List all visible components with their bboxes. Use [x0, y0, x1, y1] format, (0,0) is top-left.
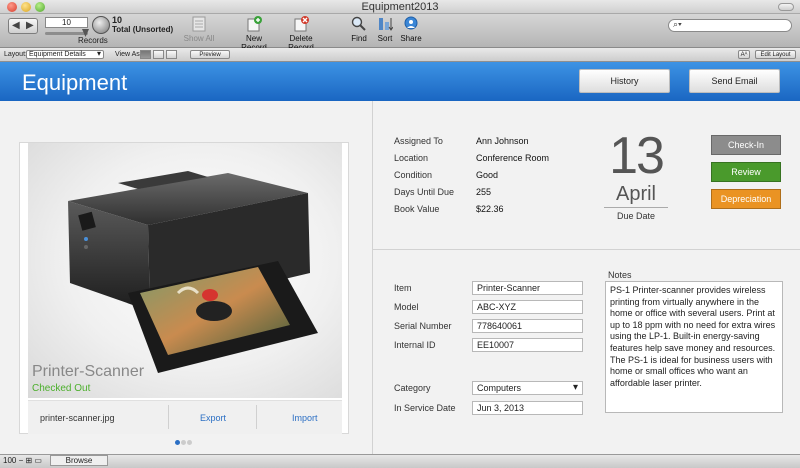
- model-label: Model: [394, 302, 419, 312]
- serial-number-field[interactable]: 778640061: [472, 319, 583, 333]
- next-record-icon[interactable]: ▶: [26, 20, 34, 31]
- zoom-value: 100: [3, 456, 17, 465]
- export-link[interactable]: Export: [200, 413, 226, 423]
- in-service-date-field[interactable]: Jun 3, 2013: [472, 401, 583, 415]
- find-label: Find: [351, 34, 367, 43]
- location-value: Conference Room: [476, 153, 550, 163]
- total-records-count: 10: [112, 15, 123, 25]
- separator: [256, 405, 257, 429]
- due-date-label: Due Date: [616, 211, 656, 221]
- window-title: Equipment2013: [361, 1, 439, 13]
- equipment-name: Printer-Scanner: [32, 363, 145, 380]
- horizontal-divider: [373, 249, 800, 250]
- layout-select[interactable]: Equipment Details: [26, 50, 104, 59]
- layout-bar: Layout: Equipment Details View As: Previ…: [0, 48, 800, 62]
- send-email-button[interactable]: Send Email: [689, 69, 780, 93]
- due-date-rule: [604, 207, 668, 208]
- item-label: Item: [394, 283, 412, 293]
- printer-scanner-illustration: [68, 171, 318, 373]
- sort-label: Sort: [377, 34, 393, 43]
- photo-page-indicator: [175, 436, 193, 448]
- delete-record-icon: [278, 15, 324, 33]
- view-as-label: View As:: [115, 51, 142, 58]
- record-pie-icon: [92, 16, 110, 34]
- share-button[interactable]: Share: [400, 15, 422, 43]
- edit-layout-button[interactable]: Edit Layout: [755, 50, 796, 59]
- page-header: Equipment History Send Email: [0, 62, 800, 101]
- equipment-photo[interactable]: [28, 143, 342, 398]
- location-label: Location: [394, 153, 429, 163]
- zoom-controls-icon[interactable]: − ⊞ ▭: [19, 456, 42, 465]
- show-all-button[interactable]: Show All: [182, 15, 216, 43]
- equipment-status: Checked Out: [32, 383, 91, 394]
- condition-value: Good: [476, 170, 499, 180]
- notes-label: Notes: [608, 270, 632, 280]
- record-content: Printer-Scanner Checked Out printer-scan…: [0, 101, 800, 454]
- preview-button[interactable]: Preview: [190, 50, 230, 59]
- assigned-to-value: Ann Johnson: [476, 136, 529, 146]
- show-all-icon: [182, 15, 216, 33]
- assigned-to-label: Assigned To: [394, 136, 443, 146]
- quick-find-search-field[interactable]: ⌕▾: [668, 19, 792, 32]
- new-record-button[interactable]: New Record: [234, 15, 274, 52]
- toolbar: ◀ ▶ 10 Records 10 Total (Unsorted) Show …: [0, 14, 800, 52]
- find-button[interactable]: Find: [350, 15, 368, 43]
- import-link[interactable]: Import: [292, 413, 318, 423]
- total-records-status: Total (Unsorted): [112, 25, 174, 34]
- mode-indicator[interactable]: Browse: [50, 455, 108, 466]
- share-label: Share: [400, 34, 422, 43]
- view-as-table-button[interactable]: [166, 50, 177, 59]
- previous-record-icon[interactable]: ◀: [12, 20, 20, 31]
- records-label: Records: [78, 36, 108, 45]
- days-until-due-value: 255: [476, 187, 492, 197]
- new-record-icon: [234, 15, 274, 33]
- vertical-divider: [372, 101, 373, 454]
- notes-field[interactable]: PS-1 Printer-scanner provides wireless p…: [605, 281, 783, 413]
- internal-id-field[interactable]: EE10007: [472, 338, 583, 352]
- category-label: Category: [394, 383, 431, 393]
- depreciation-button[interactable]: Depreciation: [711, 189, 781, 209]
- magnifier-icon: [350, 15, 368, 33]
- check-in-button[interactable]: Check-In: [711, 135, 781, 155]
- search-icon: ⌕▾: [673, 19, 682, 29]
- category-select[interactable]: Computers: [472, 381, 583, 395]
- formatting-bar-button[interactable]: Aᴬ: [738, 50, 750, 59]
- review-button[interactable]: Review: [711, 162, 781, 182]
- window-titlebar: Equipment2013: [0, 0, 800, 14]
- current-record-field[interactable]: 10: [45, 17, 88, 28]
- photo-actions-bar: printer-scanner.jpg Export Import: [28, 400, 342, 434]
- record-navigation-book[interactable]: ◀ ▶: [8, 18, 38, 34]
- due-month: April: [615, 183, 656, 205]
- photo-filename: printer-scanner.jpg: [40, 413, 115, 423]
- sort-icon: [376, 15, 394, 33]
- view-as-form-button[interactable]: [140, 50, 151, 59]
- item-field[interactable]: Printer-Scanner: [472, 281, 583, 295]
- book-value-label: Book Value: [394, 204, 440, 214]
- equipment-photo-card: Printer-Scanner Checked Out printer-scan…: [19, 142, 349, 434]
- due-day: 13: [609, 127, 665, 185]
- in-service-date-label: In Service Date: [394, 403, 456, 413]
- page-title: Equipment: [22, 70, 128, 95]
- delete-record-button[interactable]: Delete Record: [278, 15, 324, 52]
- separator: [168, 405, 169, 429]
- page-dot-3[interactable]: [187, 440, 192, 445]
- model-field[interactable]: ABC-XYZ: [472, 300, 583, 314]
- status-bar: 100 − ⊞ ▭ Browse: [0, 454, 800, 468]
- record-slider[interactable]: [45, 32, 88, 35]
- layout-label: Layout:: [4, 51, 27, 58]
- share-icon: [400, 15, 422, 33]
- internal-id-label: Internal ID: [394, 340, 436, 350]
- view-as-list-button[interactable]: [153, 50, 164, 59]
- zoom-level[interactable]: 100 − ⊞ ▭: [3, 456, 42, 465]
- book-value-value: $22.36: [476, 204, 504, 214]
- history-button[interactable]: History: [579, 69, 670, 93]
- sort-button[interactable]: Sort: [376, 15, 394, 43]
- show-all-label: Show All: [183, 34, 215, 43]
- serial-number-label: Serial Number: [394, 321, 452, 331]
- days-until-due-label: Days Until Due: [394, 187, 455, 197]
- condition-label: Condition: [394, 170, 433, 180]
- toolbar-toggle-button[interactable]: [778, 3, 794, 11]
- page-dot-1[interactable]: [175, 440, 180, 445]
- page-dot-2[interactable]: [181, 440, 186, 445]
